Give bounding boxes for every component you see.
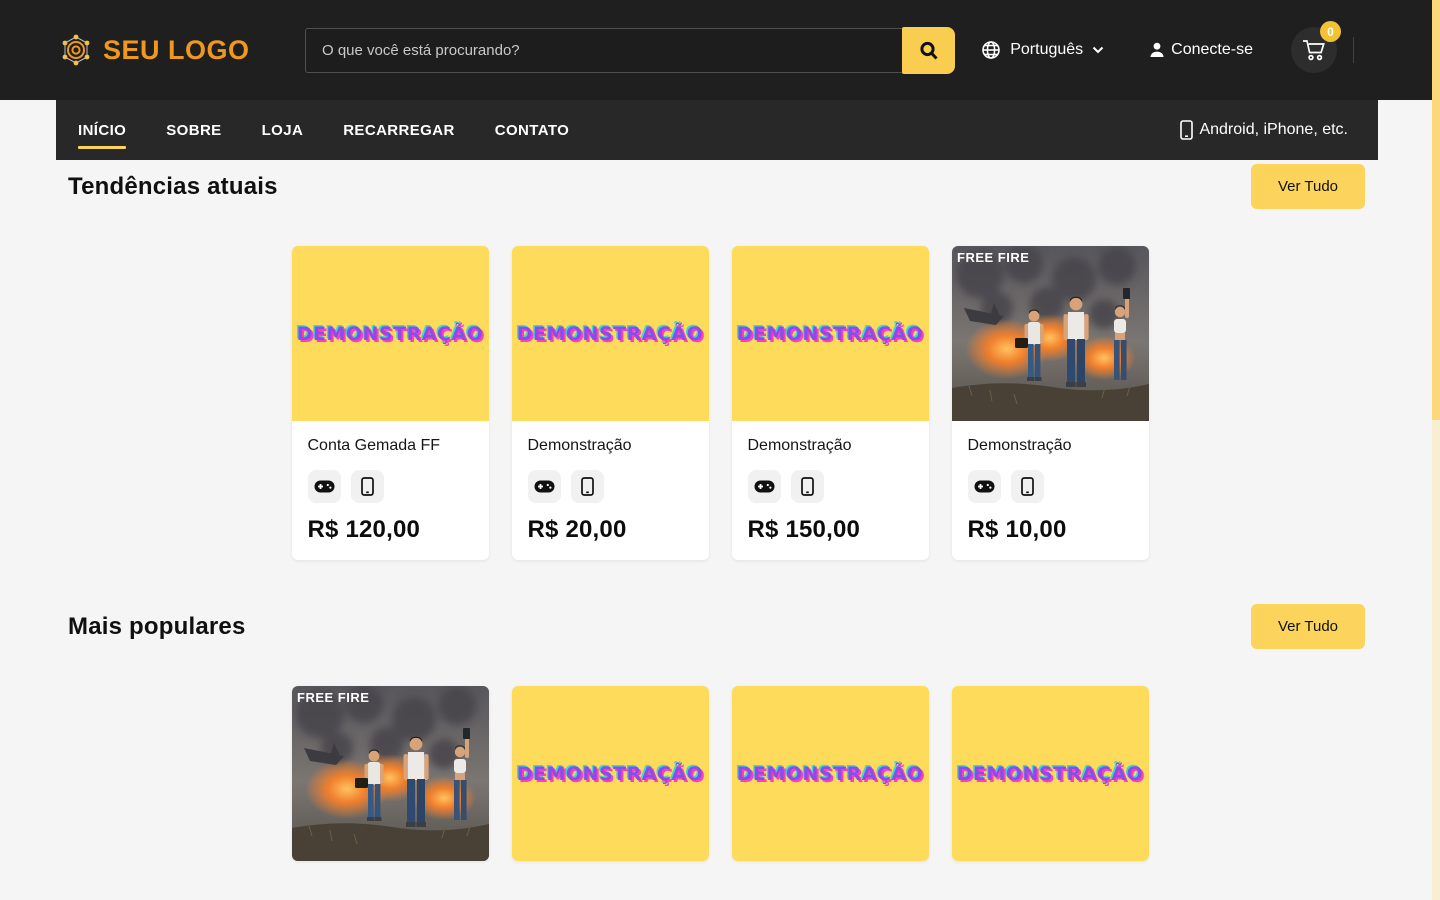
scrollbar-thumb[interactable] bbox=[1432, 0, 1440, 420]
language-selector[interactable]: Português bbox=[981, 40, 1104, 60]
cart-button[interactable]: 0 bbox=[1291, 27, 1337, 73]
header-actions: Português Conecte-se 0 bbox=[981, 27, 1354, 73]
devices-note: Android, iPhone, etc. bbox=[1180, 120, 1348, 140]
platform-chips bbox=[748, 470, 913, 503]
product-grid: FREE FIRE DEMONSTRAÇÃO DEMONSTRAÇÃO DEMO… bbox=[292, 686, 1149, 861]
product-section: Mais populares Ver Tudo bbox=[0, 604, 1440, 861]
product-card[interactable]: DEMONSTRAÇÃO bbox=[512, 686, 709, 861]
product-image: FREE FIRE bbox=[292, 686, 489, 861]
gamepad-icon bbox=[968, 470, 1001, 503]
search-icon bbox=[917, 39, 941, 63]
product-image: DEMONSTRAÇÃO bbox=[512, 246, 709, 421]
product-section: Tendências atuais Ver Tudo DEMONSTRAÇÃO … bbox=[0, 164, 1440, 560]
main-nav: INÍCIOSOBRELOJARECARREGARCONTATO Android… bbox=[56, 100, 1378, 160]
top-header: SEU LOGO Português bbox=[0, 0, 1440, 100]
nav-item-inicio[interactable]: INÍCIO bbox=[58, 100, 146, 160]
see-all-button[interactable]: Ver Tudo bbox=[1251, 164, 1365, 209]
smartphone-icon bbox=[1011, 470, 1044, 503]
demo-placeholder: DEMONSTRAÇÃO bbox=[952, 686, 1149, 861]
platform-chips bbox=[308, 470, 473, 503]
header-divider bbox=[1353, 37, 1354, 63]
product-price: R$ 20,00 bbox=[528, 516, 693, 544]
product-image: DEMONSTRAÇÃO bbox=[512, 686, 709, 861]
demo-placeholder: DEMONSTRAÇÃO bbox=[512, 246, 709, 421]
product-body: Demonstração bbox=[952, 421, 1149, 560]
section-title: Mais populares bbox=[68, 613, 246, 641]
search-bar bbox=[305, 28, 955, 73]
gamepad-icon bbox=[528, 470, 561, 503]
product-title: Demonstração bbox=[528, 436, 693, 455]
demo-placeholder: DEMONSTRAÇÃO bbox=[512, 686, 709, 861]
product-card[interactable]: DEMONSTRAÇÃO bbox=[952, 686, 1149, 861]
demo-placeholder: DEMONSTRAÇÃO bbox=[732, 686, 929, 861]
product-grid: DEMONSTRAÇÃO Conta Gemada FF bbox=[292, 246, 1149, 560]
gamepad-icon bbox=[308, 470, 341, 503]
product-image: DEMONSTRAÇÃO bbox=[732, 246, 929, 421]
product-image: FREE FIRE bbox=[952, 246, 1149, 421]
nav-item-loja[interactable]: LOJA bbox=[242, 100, 324, 160]
product-card[interactable]: FREE FIRE Demonstração bbox=[952, 246, 1149, 560]
product-price: R$ 120,00 bbox=[308, 516, 473, 544]
nav-item-contato[interactable]: CONTATO bbox=[475, 100, 589, 160]
gamepad-icon bbox=[748, 470, 781, 503]
globe-icon bbox=[981, 40, 1001, 60]
smartphone-icon bbox=[571, 470, 604, 503]
cart-icon bbox=[1301, 38, 1327, 62]
product-body: Demonstração bbox=[732, 421, 929, 560]
freefire-artwork: FREE FIRE bbox=[952, 246, 1149, 421]
freefire-logo-text: FREE FIRE bbox=[297, 690, 369, 705]
product-card[interactable]: DEMONSTRAÇÃO Demonstração bbox=[732, 246, 929, 560]
smartphone-icon bbox=[791, 470, 824, 503]
freefire-logo-text: FREE FIRE bbox=[957, 250, 1029, 265]
platform-chips bbox=[968, 470, 1133, 503]
see-all-button[interactable]: Ver Tudo bbox=[1251, 604, 1365, 649]
product-card[interactable]: FREE FIRE bbox=[292, 686, 489, 861]
smartphone-icon bbox=[1180, 120, 1193, 140]
product-title: Conta Gemada FF bbox=[308, 436, 473, 455]
product-card[interactable]: DEMONSTRAÇÃO Conta Gemada FF bbox=[292, 246, 489, 560]
devices-note-label: Android, iPhone, etc. bbox=[1199, 121, 1348, 139]
product-card[interactable]: DEMONSTRAÇÃO Demonstração bbox=[512, 246, 709, 560]
search-input[interactable] bbox=[305, 28, 902, 73]
freefire-artwork: FREE FIRE bbox=[292, 686, 489, 861]
product-card[interactable]: DEMONSTRAÇÃO bbox=[732, 686, 929, 861]
demo-placeholder: DEMONSTRAÇÃO bbox=[292, 246, 489, 421]
product-price: R$ 10,00 bbox=[968, 516, 1133, 544]
demo-placeholder: DEMONSTRAÇÃO bbox=[732, 246, 929, 421]
login-label: Conecte-se bbox=[1171, 41, 1253, 59]
search-button[interactable] bbox=[902, 27, 955, 74]
platform-chips bbox=[528, 470, 693, 503]
product-body: Demonstração bbox=[512, 421, 709, 560]
site-logo[interactable]: SEU LOGO bbox=[58, 32, 250, 68]
product-title: Demonstração bbox=[748, 436, 913, 455]
main-content: Tendências atuais Ver Tudo DEMONSTRAÇÃO … bbox=[0, 164, 1440, 861]
product-body: Conta Gemada FF bbox=[292, 421, 489, 560]
product-price: R$ 150,00 bbox=[748, 516, 913, 544]
login-link[interactable]: Conecte-se bbox=[1148, 41, 1253, 59]
product-title: Demonstração bbox=[968, 436, 1133, 455]
nav-item-recarregar[interactable]: RECARREGAR bbox=[323, 100, 475, 160]
scrollbar[interactable] bbox=[1432, 0, 1440, 900]
chevron-down-icon bbox=[1092, 46, 1104, 54]
product-image: DEMONSTRAÇÃO bbox=[952, 686, 1149, 861]
product-image: DEMONSTRAÇÃO bbox=[292, 246, 489, 421]
logo-gear-icon bbox=[58, 32, 94, 68]
nav-item-sobre[interactable]: SOBRE bbox=[146, 100, 241, 160]
logo-text: SEU LOGO bbox=[103, 35, 250, 66]
person-icon bbox=[1148, 41, 1166, 59]
nav-links: INÍCIOSOBRELOJARECARREGARCONTATO bbox=[58, 100, 589, 160]
smartphone-icon bbox=[351, 470, 384, 503]
product-image: DEMONSTRAÇÃO bbox=[732, 686, 929, 861]
language-label: Português bbox=[1010, 41, 1083, 59]
section-title: Tendências atuais bbox=[68, 173, 278, 201]
cart-count-badge: 0 bbox=[1320, 21, 1341, 42]
